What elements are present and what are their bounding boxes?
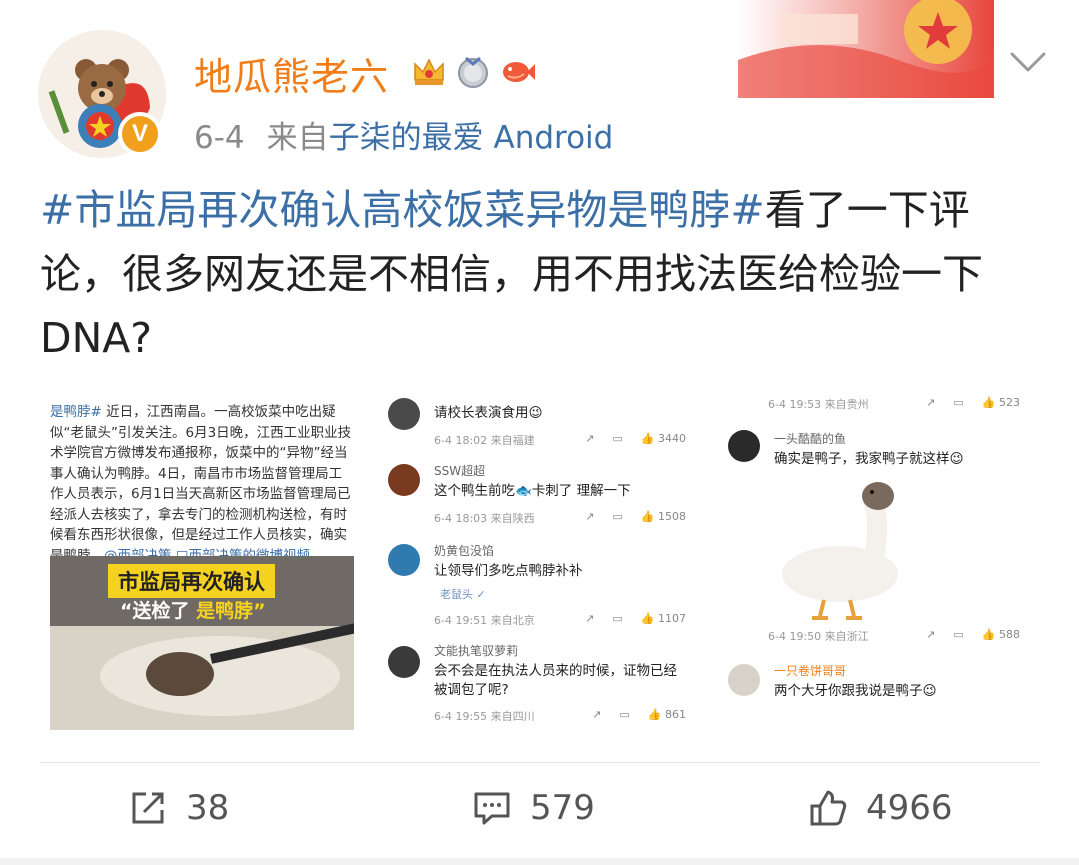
- image1-text: 是鸭脖# 近日，江西南昌。一高校饭菜中吃出疑似“老鼠头”引发关注。6月3日晚，江…: [50, 402, 354, 566]
- share-icon: ↗: [592, 708, 602, 721]
- comment-likes: 3440: [658, 432, 686, 445]
- comment-likes: 523: [999, 396, 1020, 409]
- image1-photo: 市监局再次确认 “送检了 是鸭脖”: [50, 556, 354, 730]
- comment-date: 6-4 19:55: [434, 710, 488, 723]
- commenter-avatar: [388, 544, 420, 576]
- caption-sub-b: 是鸭脖”: [196, 600, 266, 622]
- comment-date: 6-4 19:53: [768, 398, 822, 411]
- post-hashtag[interactable]: #市监局再次确认高校饭菜异物是鸭脖#: [40, 186, 765, 234]
- comment-icon: [474, 792, 510, 825]
- like-icon: 👍 523: [981, 396, 1020, 409]
- author-name[interactable]: 地瓜熊老六: [194, 46, 389, 101]
- share-icon: ↗: [926, 396, 936, 409]
- commenter-name: 奶黄包没馅: [434, 544, 495, 558]
- comment-body: 两个大牙你跟我说是鸭子😉: [774, 683, 937, 699]
- commenter-avatar: [388, 464, 420, 496]
- koi-badge-icon: [503, 62, 535, 82]
- share-icon: ↗: [926, 628, 936, 641]
- reply-icon: ▭: [612, 432, 623, 445]
- comment-loc: 来自陕西: [490, 512, 535, 525]
- post-image-1[interactable]: 是鸭脖# 近日，江西南昌。一高校饭菜中吃出疑似“老鼠头”引发关注。6月3日晚，江…: [40, 384, 362, 730]
- comment-date: 6-4 18:03: [434, 512, 488, 525]
- comment-footer: 6-4 19:50 来自浙江 ↗ ▭ 👍 588: [768, 628, 1028, 644]
- commenter-name: SSW超超: [434, 464, 486, 478]
- comment-date: 6-4 19:51: [434, 614, 488, 627]
- medal-badge-icon: [458, 56, 488, 88]
- bottom-separator: [0, 858, 1079, 865]
- commenter-name: 文能执笔驭萝莉: [434, 644, 519, 658]
- crown-badge-icon: [414, 58, 444, 85]
- comment-button[interactable]: 579: [472, 788, 595, 828]
- image1-body: 近日，江西南昌。一高校饭菜中吃出疑似“老鼠头”引发关注。6月3日晚，江西工业职业…: [50, 404, 352, 564]
- thumbs-up-icon: [810, 790, 847, 826]
- share-icon: ↗: [585, 510, 595, 523]
- commenter-avatar: [388, 646, 420, 678]
- comment-footer: 6-4 18:02 来自福建 ↗ ▭ 👍 3440: [434, 432, 694, 448]
- like-icon: 👍 3440: [640, 432, 686, 445]
- source-prefix: 来自: [266, 120, 329, 156]
- comment-loc: 来自福建: [490, 434, 535, 447]
- like-icon: 👍 588: [981, 628, 1020, 641]
- post-time: 6-4: [194, 120, 245, 156]
- caption-sub-a: “送检了: [120, 600, 190, 622]
- comment-footer: 6-4 19:53 来自贵州 ↗ ▭ 👍 523: [768, 396, 1028, 412]
- duck-photo-icon: [782, 482, 898, 620]
- comment-likes: 861: [665, 708, 686, 721]
- repost-icon: [132, 792, 164, 824]
- post-source[interactable]: 子柒的最爱 Android: [329, 120, 614, 156]
- comment-body: 让领导们多吃点鸭脖补补: [434, 563, 583, 579]
- comment-footer: 6-4 19:55 来自四川 ↗ ▭ 👍 861: [434, 708, 694, 724]
- chevron-down-icon[interactable]: [1008, 50, 1048, 74]
- like-icon: 👍 1508: [640, 510, 686, 523]
- post-image-3[interactable]: 6-4 19:53 来自贵州 ↗ ▭ 👍 523 一头酷酷的鱼 确实是鸭子，我家鸭子…: [716, 384, 1046, 730]
- commenter-avatar: [728, 664, 760, 696]
- comment-footer: 6-4 19:51 来自北京 ↗ ▭ 👍 1107: [434, 612, 694, 628]
- comment-body: 会不会是在执法人员来的时候，证物已经被调包了呢?: [434, 663, 677, 698]
- comment-body: 请校长表演食用😉: [434, 405, 543, 421]
- flag-banner-icon: [738, 0, 994, 98]
- comment-loc: 来自四川: [490, 710, 535, 723]
- commenter-name: 一只卷饼哥哥: [774, 664, 847, 678]
- like-count: 4966: [866, 788, 953, 828]
- like-button[interactable]: 4966: [808, 788, 953, 828]
- commenter-name: 一头酷酷的鱼: [774, 432, 847, 446]
- comment-count: 579: [530, 788, 595, 828]
- comment-loc: 来自浙江: [824, 630, 869, 643]
- image1-caption-sub: “送检了 是鸭脖”: [120, 596, 266, 623]
- repost-count: 38: [186, 788, 230, 828]
- author-badges: [410, 52, 536, 90]
- comment-date: 6-4 18:02: [434, 434, 488, 447]
- image1-hashtag: 是鸭脖#: [50, 404, 102, 420]
- comment-likes: 1107: [658, 612, 686, 625]
- post-image-2[interactable]: 请校长表演食用😉 6-4 18:02 来自福建 ↗ ▭ 👍 3440 SSW超超 这…: [376, 384, 708, 730]
- like-icon: 👍 861: [647, 708, 686, 721]
- comment-loc: 来自北京: [490, 614, 535, 627]
- verified-badge: V: [118, 112, 162, 156]
- post-text: #市监局再次确认高校饭菜异物是鸭脖#看了一下评论，很多网友还是不相信，用不用找法…: [40, 178, 1050, 370]
- comment-body: 这个鸭生前吃🐟卡刺了 理解一下: [434, 483, 631, 499]
- comment-tag: 老鼠头 ✓: [440, 588, 486, 601]
- reply-icon: ▭: [953, 628, 964, 641]
- share-icon: ↗: [585, 432, 595, 445]
- decorative-banner: [738, 0, 994, 98]
- reply-icon: ▭: [612, 510, 623, 523]
- repost-button[interactable]: 38: [128, 788, 229, 828]
- like-icon: 👍 1107: [640, 612, 686, 625]
- commenter-avatar: [728, 430, 760, 462]
- share-icon: ↗: [585, 612, 595, 625]
- commenter-avatar: [388, 398, 420, 430]
- comment-loc: 来自贵州: [824, 398, 869, 411]
- reply-icon: ▭: [619, 708, 630, 721]
- image1-caption-main: 市监局再次确认: [108, 564, 275, 598]
- reply-icon: ▭: [953, 396, 964, 409]
- reply-icon: ▭: [612, 612, 623, 625]
- comment-date: 6-4 19:50: [768, 630, 822, 643]
- divider: [40, 762, 1040, 763]
- comment-footer: 6-4 18:03 来自陕西 ↗ ▭ 👍 1508: [434, 510, 694, 526]
- comment-body: 确实是鸭子，我家鸭子就这样😉: [774, 451, 964, 467]
- comment-likes: 1508: [658, 510, 686, 523]
- post-meta: 6-4 来自子柒的最爱 Android: [194, 112, 613, 157]
- comment-likes: 588: [999, 628, 1020, 641]
